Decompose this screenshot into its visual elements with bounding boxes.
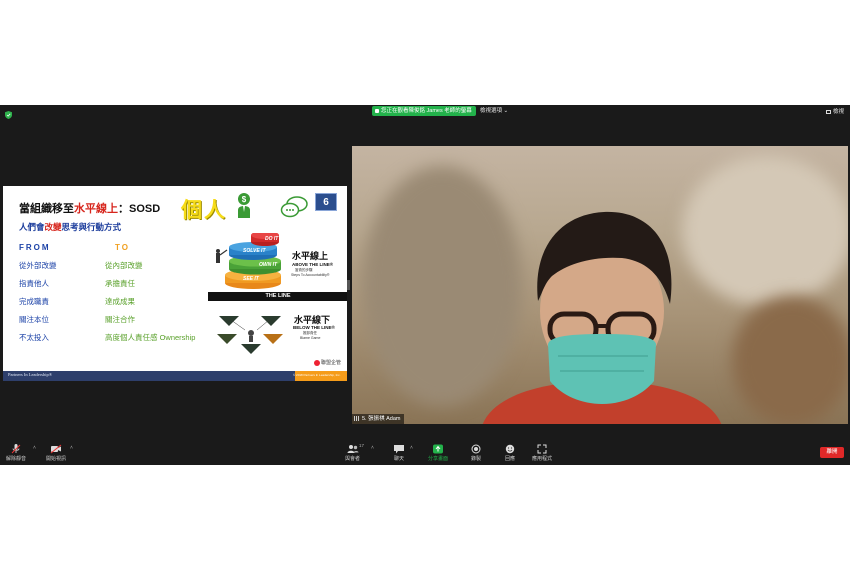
reactions-smiley-icon bbox=[505, 444, 515, 454]
subtitle-highlight: 改變 bbox=[44, 222, 62, 232]
the-line-banner: THE LINE bbox=[208, 292, 347, 301]
from-heading: FROM bbox=[19, 243, 51, 252]
blame-game-graphic bbox=[217, 316, 283, 354]
video-off-icon bbox=[50, 444, 62, 454]
leave-meeting-button[interactable]: 離開 bbox=[820, 447, 844, 458]
step-see-label: SEE IT bbox=[243, 276, 260, 282]
share-screen-label: 分享畫面 bbox=[428, 456, 449, 462]
participant-video[interactable]: 5. 張振祺 Adam bbox=[352, 146, 848, 424]
share-screen-icon bbox=[433, 444, 443, 454]
security-shield-icon[interactable] bbox=[5, 111, 12, 119]
unmute-button[interactable]: 解除靜音 ˄ bbox=[6, 444, 36, 462]
chat-label: 聊天 bbox=[393, 456, 404, 462]
to-text: 從內部改變 bbox=[105, 261, 143, 270]
slide-subtitle: 人們會改變思考與行動方式 bbox=[19, 221, 121, 233]
start-video-label: 開始視訊 bbox=[46, 456, 67, 462]
slide-title: 當組織移至水平線上：SOSD bbox=[19, 200, 160, 216]
below-line-english: BELOW THE LINE® bbox=[293, 325, 335, 330]
from-text: 從外部改變 bbox=[19, 261, 57, 270]
to-text: 關注合作 bbox=[105, 315, 135, 324]
apps-label: 應用程式 bbox=[532, 456, 553, 462]
to-text: 達成成果 bbox=[105, 297, 135, 306]
slide-title-prefix: 當組織移至 bbox=[19, 203, 74, 215]
subtitle-prefix: 人們會 bbox=[19, 222, 45, 232]
screen-share-notice: 您正在觀看陳俊銘 James 老師的螢幕 bbox=[372, 106, 476, 116]
above-line-english: ABOVE THE LINE® bbox=[292, 262, 334, 267]
step-solve-label: SOLVE IT bbox=[243, 248, 266, 254]
company-logo: 聯盟企管 bbox=[314, 359, 341, 366]
to-heading: TO bbox=[115, 243, 130, 252]
zoom-meeting-window: 您正在觀看陳俊銘 James 老師的螢幕 檢視選項 ⌄ 檢視 當組織移至水平線上… bbox=[0, 105, 850, 465]
start-video-button[interactable]: 開始視訊 ˄ bbox=[46, 444, 73, 462]
blame-game-label: Blame Game bbox=[300, 336, 321, 340]
slide-title-highlight: 水平線上 bbox=[74, 203, 118, 215]
record-button[interactable]: 錄製 bbox=[470, 444, 482, 462]
share-notice-text: 您正在觀看陳俊銘 James 老師的螢幕 bbox=[381, 108, 472, 114]
to-text: 承擔責任 bbox=[105, 279, 135, 288]
share-indicator-icon bbox=[375, 109, 379, 113]
from-text: 關注本位 bbox=[19, 315, 49, 324]
background-blur-shape bbox=[732, 296, 848, 424]
logo-text: 聯盟企管 bbox=[321, 360, 342, 366]
from-text: 完成職責 bbox=[19, 297, 49, 306]
chat-icon bbox=[394, 445, 404, 454]
share-screen-button[interactable]: 分享畫面 bbox=[428, 444, 448, 462]
to-text: 高度個人責任感 Ownership bbox=[105, 333, 196, 342]
chat-button[interactable]: 聊天 ˄ bbox=[393, 444, 413, 462]
signal-strength-icon bbox=[354, 416, 360, 422]
slide-person-label: 個人 bbox=[181, 199, 227, 222]
step-own-label: OWN IT bbox=[259, 262, 278, 268]
from-text: 指責他人 bbox=[19, 279, 49, 288]
svg-text:$: $ bbox=[242, 195, 247, 204]
gallery-view-icon bbox=[825, 109, 831, 114]
slide-number-badge: 6 bbox=[315, 193, 337, 211]
record-label: 錄製 bbox=[470, 456, 481, 462]
logo-mark-icon bbox=[314, 359, 320, 366]
step-do-label: DO IT bbox=[265, 236, 279, 242]
participant-name-tag: 5. 張振祺 Adam bbox=[352, 414, 404, 424]
participants-count: 17 bbox=[359, 443, 365, 448]
slide-title-suffix: ：SOSD bbox=[118, 203, 161, 215]
chat-options-caret-icon[interactable]: ˄ bbox=[410, 445, 413, 451]
participants-button[interactable]: 與會者 17 ˄ bbox=[345, 443, 374, 462]
view-toggle-label: 檢視 bbox=[832, 109, 844, 115]
reactions-label: 回應 bbox=[504, 456, 515, 462]
participants-label: 與會者 bbox=[345, 456, 361, 462]
participants-icon bbox=[347, 445, 358, 453]
slide-footer: Partners In Leadership® © 2018 Partners … bbox=[3, 371, 347, 381]
above-line-steps: Steps To Accountability® bbox=[291, 273, 330, 277]
participants-options-caret-icon[interactable]: ˄ bbox=[371, 445, 374, 451]
panel-resize-handle[interactable] bbox=[347, 280, 350, 290]
video-options-caret-icon[interactable]: ˄ bbox=[70, 445, 73, 451]
shared-screen-slide: 當組織移至水平線上：SOSD 個人 $ 6 人們會改變思考與行動方式 FROM … bbox=[3, 186, 347, 381]
audio-options-caret-icon[interactable]: ˄ bbox=[33, 445, 36, 451]
participant-name: 5. 張振祺 Adam bbox=[362, 416, 401, 422]
footer-copyright: © 2018 Partners In Leadership, Inc. bbox=[293, 373, 341, 377]
muted-microphone-icon bbox=[11, 444, 21, 454]
view-options-button[interactable]: 檢視選項 ⌄ bbox=[480, 106, 508, 116]
apps-icon bbox=[537, 444, 547, 454]
subtitle-suffix: 思考與行動方式 bbox=[61, 222, 122, 232]
apps-button[interactable]: 應用程式 bbox=[532, 444, 552, 462]
record-icon bbox=[471, 444, 481, 454]
reactions-button[interactable]: 回應 bbox=[504, 444, 516, 462]
from-text: 不太投入 bbox=[19, 333, 49, 342]
chat-bubbles-icon bbox=[280, 196, 308, 218]
accountability-steps-graphic: SOLVE IT DO IT OWN IT SEE IT bbox=[216, 233, 281, 289]
person-silhouette bbox=[482, 211, 722, 424]
above-line-title: 水平線上 bbox=[292, 251, 329, 261]
view-toggle-button[interactable]: 檢視 bbox=[825, 108, 844, 116]
footer-brand: Partners In Leadership® bbox=[8, 372, 53, 377]
unmute-label: 解除靜音 bbox=[6, 456, 27, 462]
money-person-icon: $ bbox=[238, 193, 250, 218]
